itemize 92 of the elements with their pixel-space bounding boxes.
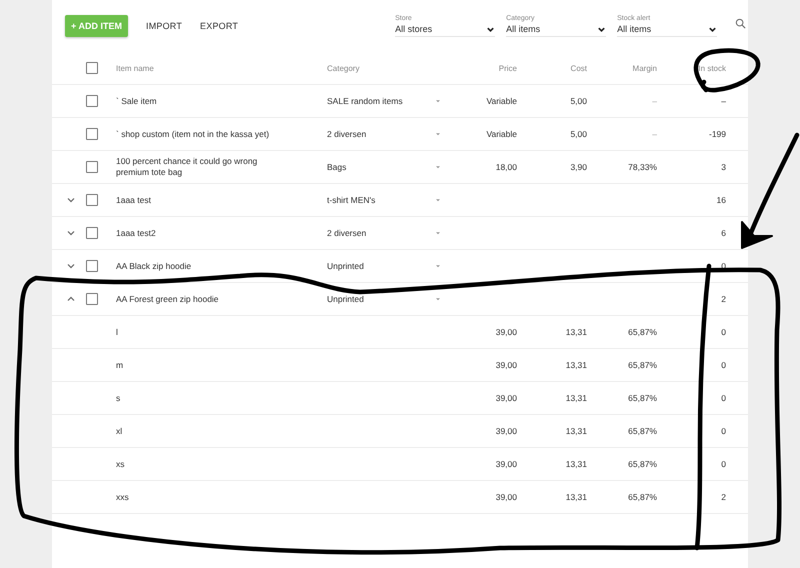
checkbox[interactable]: [86, 95, 98, 107]
table-cell: –: [652, 129, 657, 139]
dropdown-caret-icon[interactable]: [434, 196, 442, 204]
chevron-down-icon: [597, 24, 606, 34]
toolbar-button[interactable]: EXPORT: [200, 21, 238, 31]
item-name: s: [116, 392, 120, 402]
filter-value: All stores: [395, 24, 432, 34]
item-name: AA Forest green zip hoodie: [116, 294, 219, 304]
table-cell: 13,31: [566, 426, 587, 436]
column-header: Price: [498, 64, 517, 72]
column-header: Margin: [632, 64, 657, 72]
column-header: Category: [327, 64, 360, 72]
table-cell: Variable: [486, 96, 517, 106]
table-cell: 65,87%: [628, 327, 657, 337]
item-name: l: [116, 326, 118, 336]
dropdown-caret-icon[interactable]: [434, 295, 442, 303]
table-cell: 2: [721, 492, 726, 502]
table-cell: 78,33%: [628, 162, 657, 172]
dropdown-caret-icon[interactable]: [434, 262, 442, 270]
column-header: In stock: [698, 64, 726, 72]
dropdown-caret-icon[interactable]: [434, 163, 442, 171]
item-name: xs: [116, 458, 124, 468]
table-cell: 65,87%: [628, 393, 657, 403]
table-cell: 39,00: [496, 360, 517, 370]
dropdown-caret-icon[interactable]: [434, 130, 442, 138]
item-name: xxs: [116, 492, 129, 502]
table-cell: 65,87%: [628, 492, 657, 502]
table-cell: 65,87%: [628, 426, 657, 436]
checkbox[interactable]: [86, 227, 98, 239]
category-value: Bags: [327, 162, 346, 172]
table-cell: 18,00: [496, 162, 517, 172]
table-cell: 39,00: [496, 459, 517, 469]
table-cell: 39,00: [496, 426, 517, 436]
table-cell: 0: [721, 459, 726, 469]
checkbox[interactable]: [86, 62, 98, 74]
table-cell: 13,31: [566, 327, 587, 337]
category-value: t-shirt MEN's: [327, 195, 376, 205]
item-name: 100 percent chance it could go wrong premium tote bag: [116, 156, 258, 177]
table-cell: -199: [708, 129, 726, 139]
filter-value: All items: [506, 24, 540, 34]
checkbox[interactable]: [86, 260, 98, 272]
table-cell: 0: [721, 393, 726, 403]
table-cell: 65,87%: [628, 459, 657, 469]
toolbar-button[interactable]: IMPORT: [146, 21, 182, 31]
item-name: 1aaa test: [116, 194, 151, 204]
table-cell: 0: [721, 360, 726, 370]
table-cell: 5,00: [570, 96, 587, 106]
search-icon[interactable]: [735, 18, 746, 28]
table-cell: 2: [721, 294, 726, 304]
category-value: 2 diversen: [327, 129, 366, 139]
table-cell: 39,00: [496, 327, 517, 337]
table-cell: 5,00: [570, 129, 587, 139]
dropdown-caret-icon[interactable]: [434, 97, 442, 105]
column-header: Cost: [570, 64, 587, 72]
table-cell: –: [721, 96, 726, 106]
table-cell: 16: [716, 195, 726, 205]
dropdown-caret-icon[interactable]: [434, 229, 442, 237]
table-cell: 39,00: [496, 492, 517, 502]
table-cell: 13,31: [566, 393, 587, 403]
table-cell: 0: [721, 327, 726, 337]
chevron-down-icon[interactable]: [66, 261, 76, 271]
table-cell: 13,31: [566, 459, 587, 469]
table-cell: 3,90: [570, 162, 587, 172]
column-header: Item name: [116, 64, 154, 72]
table-cell: –: [652, 96, 657, 106]
item-name: m: [116, 360, 124, 370]
checkbox[interactable]: [86, 194, 98, 206]
table-cell: 0: [721, 426, 726, 436]
category-value: 2 diversen: [327, 228, 366, 238]
category-value: SALE random items: [327, 96, 403, 106]
table-cell: 65,87%: [628, 360, 657, 370]
chevron-down-icon[interactable]: [66, 228, 76, 238]
chevron-down-icon: [486, 24, 496, 34]
chevron-down-icon: [708, 24, 718, 34]
table-cell: Variable: [486, 129, 517, 139]
filter-value: All items: [617, 24, 652, 34]
checkbox[interactable]: [86, 161, 98, 173]
table-cell: 6: [721, 228, 726, 238]
category-value: Unprinted: [327, 261, 364, 271]
table-cell: 3: [721, 162, 726, 172]
category-value: Unprinted: [327, 294, 364, 304]
table-cell: 13,31: [566, 360, 587, 370]
item-name: ` Sale item: [116, 96, 157, 106]
item-name: xl: [116, 426, 122, 436]
item-name: ` shop custom (item not in the kassa yet): [116, 128, 270, 138]
checkbox[interactable]: [86, 128, 98, 140]
item-name: 1aaa test2: [116, 228, 156, 238]
chevron-down-icon[interactable]: [66, 195, 76, 205]
table-cell: 39,00: [496, 393, 517, 403]
checkbox[interactable]: [86, 293, 98, 305]
item-name: AA Black zip hoodie: [116, 260, 192, 270]
table-cell: 13,31: [566, 492, 587, 502]
